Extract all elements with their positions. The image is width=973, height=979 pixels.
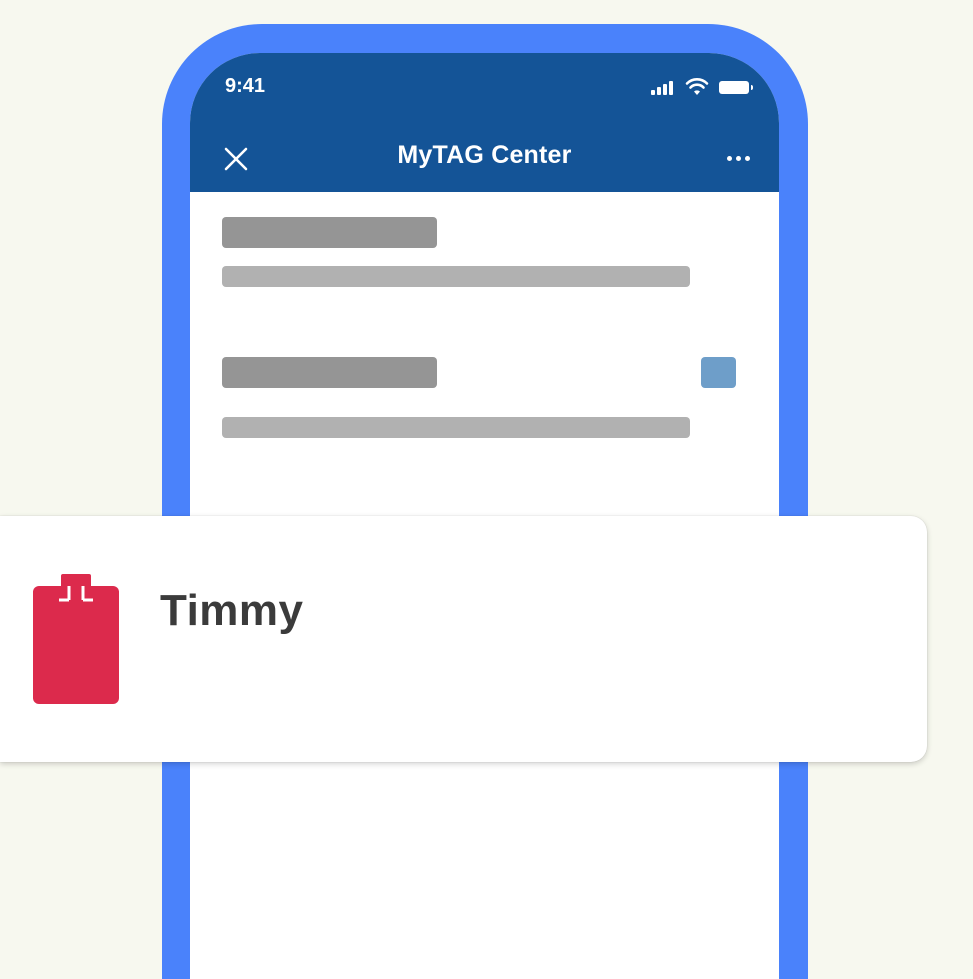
status-time: 9:41 [225, 75, 266, 97]
more-horizontal-icon [727, 156, 732, 161]
app-header: 9:41 MyTAG Center [190, 53, 779, 192]
page-title: MyTAG Center [397, 141, 572, 169]
status-icons [651, 77, 761, 97]
wifi-icon [685, 78, 709, 95]
tag-name: Timmy [160, 586, 304, 635]
more-options-button[interactable] [727, 156, 753, 164]
tag-card[interactable]: Timmy [0, 516, 927, 762]
skeleton-line-1 [222, 266, 690, 287]
skeleton-title-1 [222, 217, 437, 248]
battery-icon [719, 81, 753, 94]
skeleton-line-2 [222, 417, 690, 438]
skeleton-title-2 [222, 357, 437, 388]
tag-icon [33, 574, 119, 704]
skeleton-square [701, 357, 736, 388]
stage: 9:41 MyTAG Center Timmy [0, 0, 973, 979]
cellular-signal-icon [651, 81, 677, 95]
